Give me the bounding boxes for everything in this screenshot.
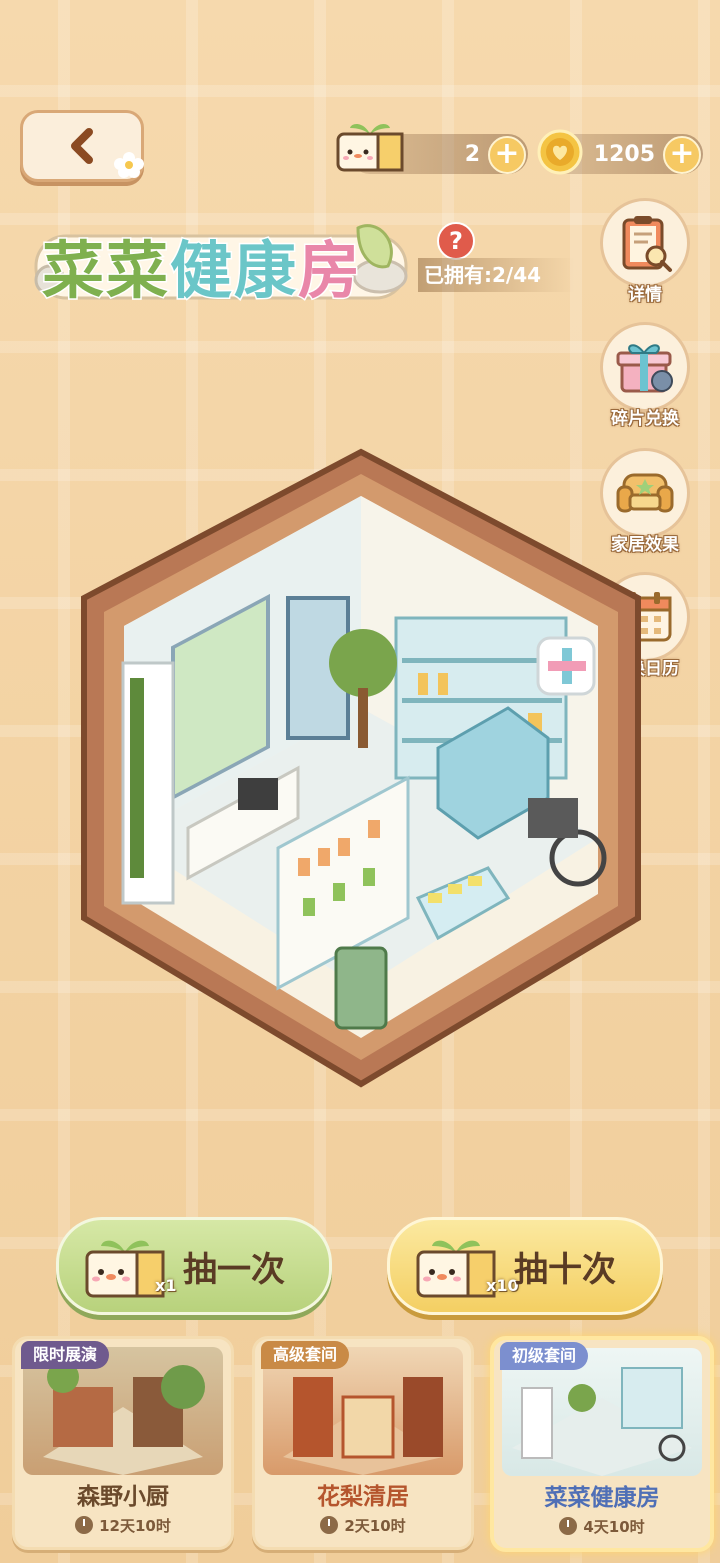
draw-once-multiplier: x1: [155, 1276, 177, 1295]
card-tag: 高级套间: [261, 1341, 350, 1369]
gift-box-icon: [616, 344, 673, 393]
coin-count: 1205: [593, 141, 655, 167]
clock-icon: [559, 1517, 578, 1535]
title-part-1: 菜菜: [40, 233, 171, 309]
draw-once-label: 抽一次: [183, 1250, 285, 1290]
gacha-screen: 2 + 1205 + 菜菜健康房 ? 已拥有:2/44 详情 碎片兑换 家居效果…: [0, 0, 720, 1563]
room-title: 菜菜健康房: [28, 212, 413, 309]
owned-count: 已拥有:2/44: [418, 258, 574, 292]
draw-once-button[interactable]: x1 抽一次: [56, 1217, 332, 1315]
seed-ticket-icon: [336, 124, 404, 172]
draw-ten-button[interactable]: x10 抽十次: [387, 1217, 663, 1315]
card-name: 菜菜健康房: [544, 1485, 660, 1511]
draw-ten-label: 抽十次: [514, 1250, 616, 1290]
clock-icon: [320, 1516, 339, 1534]
details-button[interactable]: 详情: [600, 198, 690, 305]
card-timer: 4天10时: [494, 1516, 710, 1537]
clock-icon: [75, 1516, 94, 1534]
fragment-exchange-button[interactable]: 碎片兑换: [600, 322, 690, 429]
help-icon[interactable]: ?: [437, 222, 475, 260]
room-preview[interactable]: [78, 448, 644, 1088]
coin-icon: [537, 129, 583, 175]
card-timer: 2天10时: [255, 1515, 471, 1536]
card-tag: 限时展演: [21, 1341, 110, 1369]
ticket-count: 2: [464, 141, 480, 167]
pool-card-health-room[interactable]: 初级套间 菜菜健康房 4天10时: [490, 1336, 714, 1552]
card-timer: 12天10时: [15, 1515, 231, 1536]
chevron-left-icon: [71, 128, 93, 164]
title-part-2: 健康: [169, 233, 299, 309]
card-tag: 初级套间: [500, 1342, 589, 1370]
pool-card-huali-residence[interactable]: 高级套间 花梨清居 2天10时: [252, 1336, 474, 1550]
pool-card-forest-kitchen[interactable]: 限时展演 森野小厨 12天10时: [12, 1336, 234, 1550]
add-ticket-button[interactable]: +: [488, 136, 526, 174]
clipboard-icon: [622, 216, 672, 272]
details-label: 详情: [628, 285, 662, 305]
card-name: 花梨清居: [317, 1484, 409, 1510]
add-coin-button[interactable]: +: [663, 136, 701, 174]
card-name: 森野小厨: [77, 1484, 169, 1510]
fragment-exchange-label: 碎片兑换: [611, 409, 679, 429]
flower-icon: [114, 152, 144, 178]
title-part-3: 房: [297, 233, 363, 309]
